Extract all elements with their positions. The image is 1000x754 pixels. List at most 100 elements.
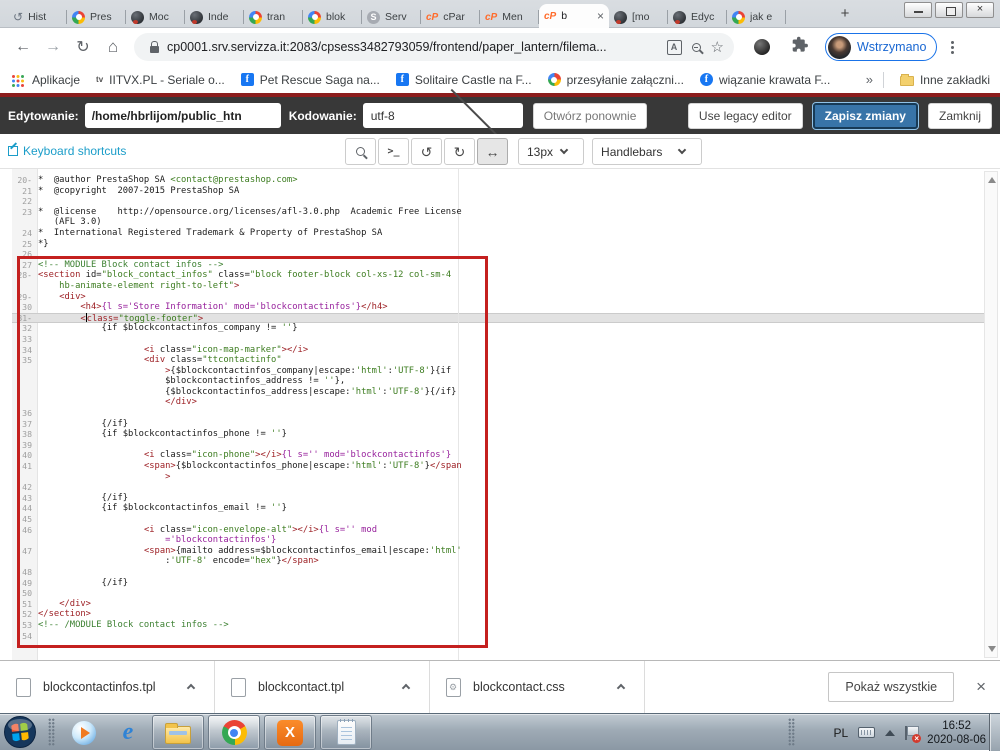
- download-menu-chevron[interactable]: [184, 674, 198, 700]
- close-downloads-icon[interactable]: ×: [976, 677, 986, 697]
- code-row[interactable]: 24 * International Registered Trademark &…: [22, 228, 1000, 239]
- code-row[interactable]: 20- * @author PrestaShop SA <contact@pres…: [17, 175, 1000, 186]
- bookmarks-overflow-icon[interactable]: »: [866, 72, 873, 87]
- code-row[interactable]: 22: [22, 196, 1000, 207]
- download-item[interactable]: blockcontact.css: [430, 661, 645, 713]
- code-row[interactable]: 25 *}: [22, 239, 1000, 250]
- browser-tab[interactable]: cP Men: [480, 6, 539, 28]
- taskbar-file-explorer[interactable]: [152, 715, 204, 750]
- syntax-mode-select[interactable]: Handlebars: [592, 138, 703, 165]
- browser-tab[interactable]: [mo: [609, 6, 668, 28]
- forward-icon[interactable]: →: [38, 38, 68, 56]
- other-bookmarks-button[interactable]: Inne zakładki: [894, 73, 990, 87]
- code-row[interactable]: $blockcontactinfos_address != ''},: [38, 376, 1000, 387]
- code-row[interactable]: 28- <section id="block_contact_infos" cla…: [17, 270, 1000, 281]
- code-row[interactable]: 23 * @license http://opensource.org/licen…: [22, 207, 1000, 218]
- code-row[interactable]: 35 <div class="ttcontactinfo": [22, 355, 1000, 366]
- keyboard-icon[interactable]: [858, 727, 876, 738]
- code-row[interactable]: 46 <i class="icon-envelope-alt"></i>{l s…: [22, 525, 1000, 536]
- reload-icon[interactable]: ↻: [68, 37, 98, 57]
- word-wrap-toggle[interactable]: ↔: [477, 138, 508, 165]
- zoom-icon[interactable]: [691, 42, 701, 52]
- action-center-flag-icon[interactable]: [905, 725, 922, 743]
- code-row[interactable]: 40 <i class="icon-phone"></i>{l s='' mod…: [22, 450, 1000, 461]
- code-row[interactable]: 38 {if $blockcontactinfos_phone != ''}: [22, 429, 1000, 440]
- code-row[interactable]: 53 <!-- /MODULE Block contact infos -->: [22, 620, 1000, 631]
- code-row[interactable]: :'UTF-8' encode="hex"}</span>: [38, 556, 1000, 567]
- browser-tab[interactable]: blok: [303, 6, 362, 28]
- taskbar-internet-explorer[interactable]: e: [108, 715, 148, 750]
- code-row[interactable]: 54: [22, 631, 1000, 642]
- download-item[interactable]: blockcontactinfos.tpl: [0, 661, 215, 713]
- code-row[interactable]: 27 <!-- MODULE Block contact infos -->: [22, 260, 1000, 271]
- bookmark-item[interactable]: tv IITVX.PL - Seriale o...: [96, 73, 225, 87]
- code-row[interactable]: 51 </div>: [22, 599, 1000, 610]
- language-indicator[interactable]: PL: [833, 726, 848, 740]
- code-row[interactable]: 42: [22, 482, 1000, 493]
- bookmark-item[interactable]: f Solitaire Castle na F...: [395, 73, 532, 87]
- close-button[interactable]: ×: [966, 2, 994, 18]
- code-row[interactable]: (AFL 3.0): [38, 217, 1000, 228]
- code-row[interactable]: 47 <span>{mailto address=$blockcontactin…: [22, 546, 1000, 557]
- terminal-button[interactable]: >_: [378, 138, 409, 165]
- start-button[interactable]: [3, 715, 37, 749]
- reopen-button[interactable]: Otwórz ponownie: [532, 102, 648, 129]
- hidden-icons-arrow[interactable]: [885, 729, 896, 736]
- code-row[interactable]: ='blockcontactinfos'}: [38, 535, 1000, 546]
- browser-tab[interactable]: jak e: [727, 6, 786, 28]
- code-row[interactable]: 49 {/if}: [22, 578, 1000, 589]
- code-row[interactable]: hb-animate-element right-to-left">: [38, 281, 1000, 292]
- undo-button[interactable]: ↺: [411, 138, 442, 165]
- scroll-down-icon[interactable]: [988, 646, 996, 652]
- extensions-puzzle-icon[interactable]: [792, 36, 809, 58]
- code-row[interactable]: 41 <span>{$blockcontactinfos_phone|escap…: [22, 461, 1000, 472]
- browser-menu-icon[interactable]: [951, 40, 955, 54]
- code-row[interactable]: 48: [22, 567, 1000, 578]
- download-menu-chevron[interactable]: [399, 674, 413, 700]
- browser-tab[interactable]: Pres: [67, 6, 126, 28]
- font-size-select[interactable]: 13px: [518, 138, 585, 165]
- code-row[interactable]: 43 {/if}: [22, 493, 1000, 504]
- browser-tab[interactable]: S Serv: [362, 6, 421, 28]
- search-button[interactable]: [345, 138, 376, 165]
- url-text[interactable]: cp0001.srv.servizza.it:2083/cpsess348279…: [167, 40, 657, 54]
- taskbar-windows-media-player[interactable]: [64, 715, 104, 750]
- new-tab-button[interactable]: +: [835, 5, 855, 22]
- code-row[interactable]: >{$blockcontactinfos_company|escape:'htm…: [38, 366, 1000, 377]
- taskbar-xampp[interactable]: X: [264, 715, 316, 750]
- show-all-downloads-button[interactable]: Pokaż wszystkie: [828, 672, 955, 702]
- taskbar-chrome[interactable]: [208, 715, 260, 750]
- code-editor[interactable]: 20- * @author PrestaShop SA <contact@pres…: [0, 169, 1000, 660]
- clock[interactable]: 16:52 2020-08-06: [927, 719, 986, 747]
- bookmark-item[interactable]: f wiązanie krawata F...: [699, 73, 830, 87]
- browser-tab[interactable]: Edyc: [668, 6, 727, 28]
- show-desktop-button[interactable]: [989, 714, 1000, 751]
- code-row[interactable]: 36: [22, 408, 1000, 419]
- restore-button[interactable]: [935, 2, 963, 18]
- code-row[interactable]: </div>: [38, 397, 1000, 408]
- code-row[interactable]: 52 </section>: [22, 609, 1000, 620]
- redo-button[interactable]: ↻: [444, 138, 475, 165]
- editor-scrollbar[interactable]: [984, 171, 998, 658]
- code-row[interactable]: 32 {if $blockcontactinfos_company != ''}: [22, 323, 1000, 334]
- download-menu-chevron[interactable]: [614, 674, 628, 700]
- profile-button[interactable]: Wstrzymano: [825, 33, 938, 61]
- code-row[interactable]: 37 {/if}: [22, 419, 1000, 430]
- code-row[interactable]: 21 * @copyright 2007-2015 PrestaShop SA: [22, 186, 1000, 197]
- browser-tab[interactable]: Inde: [185, 6, 244, 28]
- code-row[interactable]: 39: [22, 440, 1000, 451]
- code-row[interactable]: {$blockcontactinfos_address|escape:'html…: [38, 387, 1000, 398]
- code-row[interactable]: 45: [22, 514, 1000, 525]
- code-content[interactable]: 20- * @author PrestaShop SA <contact@pres…: [17, 169, 1000, 642]
- code-row[interactable]: 29- <div>: [17, 292, 1000, 303]
- code-row[interactable]: 33: [22, 334, 1000, 345]
- path-input[interactable]: [84, 103, 281, 128]
- address-bar[interactable]: cp0001.srv.servizza.it:2083/cpsess348279…: [134, 33, 734, 61]
- home-icon[interactable]: ⌂: [98, 37, 128, 57]
- code-row[interactable]: 44 {if $blockcontactinfos_email != ''}: [22, 503, 1000, 514]
- code-row[interactable]: 30 <h4>{l s='Store Information' mod='blo…: [22, 302, 1000, 313]
- code-row[interactable]: 50: [22, 588, 1000, 599]
- code-row[interactable]: 31- <class="toggle-footer">: [17, 312, 1000, 324]
- browser-tab[interactable]: cP b ×: [539, 4, 609, 28]
- scroll-up-icon[interactable]: [988, 177, 996, 183]
